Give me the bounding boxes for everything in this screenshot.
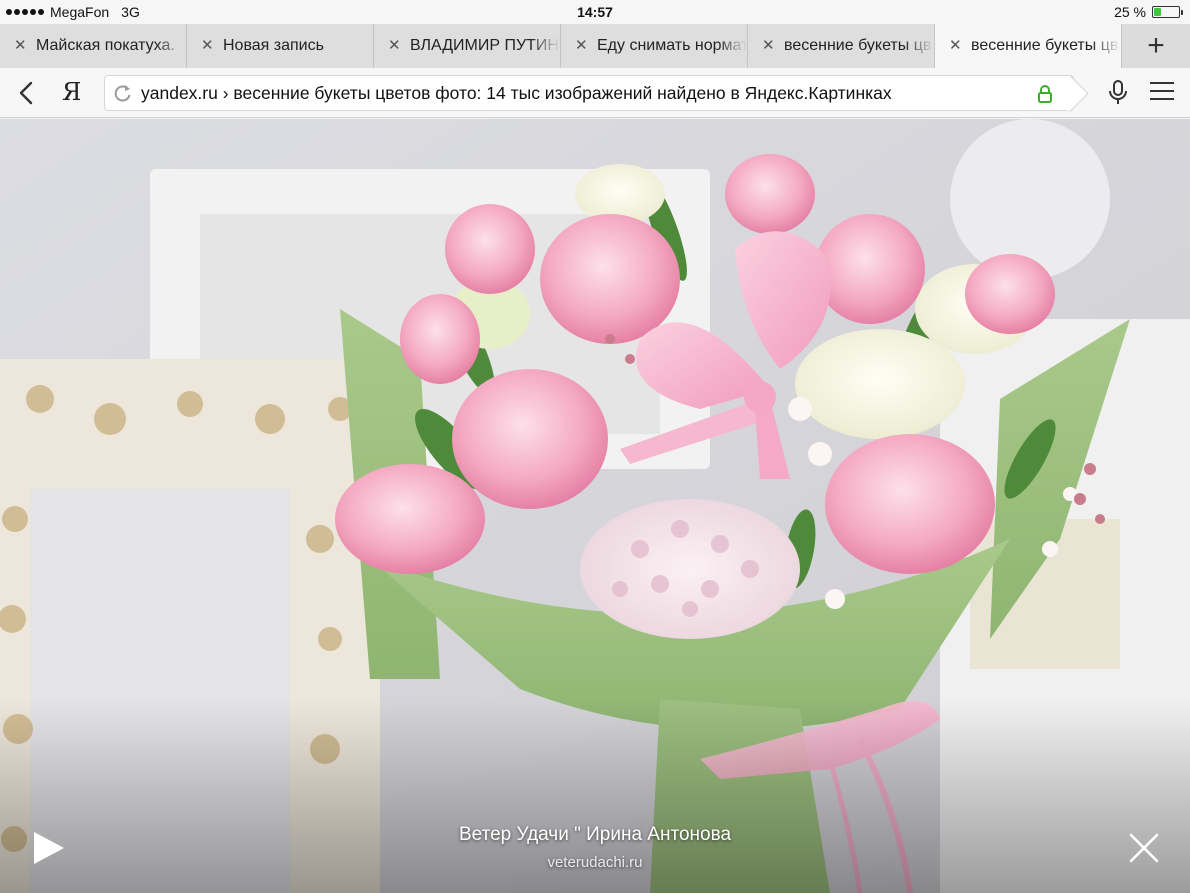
lock-icon bbox=[1038, 85, 1052, 103]
tab-close-icon[interactable]: ✕ bbox=[949, 38, 963, 53]
reload-icon[interactable] bbox=[113, 83, 133, 103]
tab-close-icon[interactable]: ✕ bbox=[575, 38, 589, 53]
back-arrow-icon[interactable] bbox=[14, 80, 40, 106]
play-slideshow-icon[interactable] bbox=[32, 830, 66, 866]
address-bar[interactable]: yandex.ru › весенние букеты цветов фото:… bbox=[104, 75, 1074, 111]
status-right: 25 % bbox=[1114, 4, 1183, 20]
image-caption-title: Ветер Удачи " Ирина Антонова bbox=[458, 824, 732, 845]
tab-2[interactable]: ✕ Новая запись bbox=[187, 24, 374, 68]
tab-label: ВЛАДИМИР ПУТИН bbox=[410, 37, 559, 54]
tab-3[interactable]: ✕ ВЛАДИМИР ПУТИН bbox=[374, 24, 561, 68]
url-text[interactable]: yandex.ru › весенние букеты цветов фото:… bbox=[141, 83, 1041, 104]
image-viewer: Ветер Удачи " Ирина Антонова veterudachi… bbox=[0, 119, 1190, 893]
tab-close-icon[interactable]: ✕ bbox=[762, 38, 776, 53]
close-viewer-icon[interactable] bbox=[1128, 832, 1160, 864]
tab-label: весенние букеты цв bbox=[971, 37, 1119, 54]
battery-icon bbox=[1152, 6, 1183, 18]
tab-bar: ✕ Майская покатуха. ✕ Новая запись ✕ ВЛАДИМ… bbox=[0, 24, 1190, 68]
yandex-logo-button[interactable]: Я bbox=[62, 78, 81, 106]
battery-fill bbox=[1154, 8, 1161, 16]
tab-label: весенние букеты цв bbox=[784, 37, 932, 54]
status-bar: MegaFon 3G 14:57 25 % bbox=[0, 0, 1190, 24]
tab-close-icon[interactable]: ✕ bbox=[14, 38, 28, 53]
tab-6-active[interactable]: ✕ весенние букеты цв bbox=[935, 24, 1122, 68]
tab-4[interactable]: ✕ Еду снимать нормат bbox=[561, 24, 748, 68]
bouquet-photo[interactable] bbox=[0, 119, 1190, 893]
image-caption-source[interactable]: veterudachi.ru bbox=[0, 854, 1190, 871]
tab-label: Новая запись bbox=[223, 37, 324, 54]
new-tab-button[interactable]: + bbox=[1122, 24, 1190, 68]
tab-label: Еду снимать нормат bbox=[597, 37, 747, 54]
tab-label: Майская покатуха. bbox=[36, 37, 175, 54]
tab-close-icon[interactable]: ✕ bbox=[388, 38, 402, 53]
tab-5[interactable]: ✕ весенние букеты цв bbox=[748, 24, 935, 68]
navigation-bar: Я yandex.ru › весенние букеты цветов фот… bbox=[0, 68, 1190, 118]
microphone-icon[interactable] bbox=[1107, 80, 1129, 106]
tab-close-icon[interactable]: ✕ bbox=[201, 38, 215, 53]
status-time: 14:57 bbox=[577, 4, 613, 20]
battery-percent: 25 % bbox=[1114, 4, 1146, 20]
tab-1[interactable]: ✕ Майская покатуха. bbox=[0, 24, 187, 68]
menu-hamburger-icon[interactable] bbox=[1150, 82, 1174, 102]
